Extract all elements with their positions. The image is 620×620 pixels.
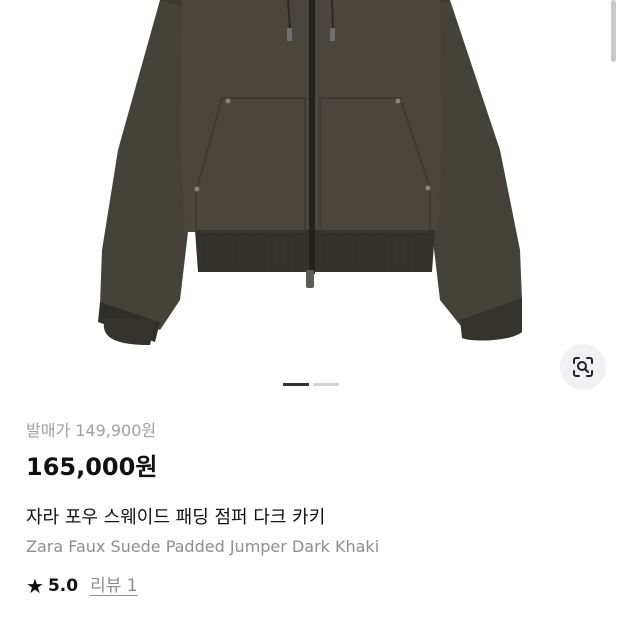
- product-name-english: Zara Faux Suede Padded Jumper Dark Khaki: [26, 537, 380, 556]
- image-search-button[interactable]: [560, 344, 606, 390]
- scrollbar[interactable]: [611, 0, 616, 62]
- product-image-gallery[interactable]: [0, 0, 620, 405]
- product-name-korean: 자라 포우 스웨이드 패딩 점퍼 다크 카키: [26, 507, 326, 528]
- carousel-dot-active[interactable]: [283, 383, 309, 386]
- product-info: 발매가 149,900원 165,000원 자라 포우 스웨이드 패딩 점퍼 다…: [26, 418, 600, 599]
- current-price: 165,000원: [26, 453, 158, 481]
- product-image: [98, 0, 522, 345]
- carousel-indicator: [283, 383, 339, 386]
- image-search-icon: [573, 357, 593, 377]
- star-icon: ★: [26, 574, 44, 598]
- carousel-dot[interactable]: [313, 383, 339, 386]
- release-price: 발매가 149,900원: [26, 421, 157, 440]
- rating-row: ★ 5.0 리뷰 1: [26, 573, 600, 599]
- rating-value: 5.0: [47, 576, 79, 596]
- reviews-link[interactable]: 리뷰 1: [90, 573, 138, 599]
